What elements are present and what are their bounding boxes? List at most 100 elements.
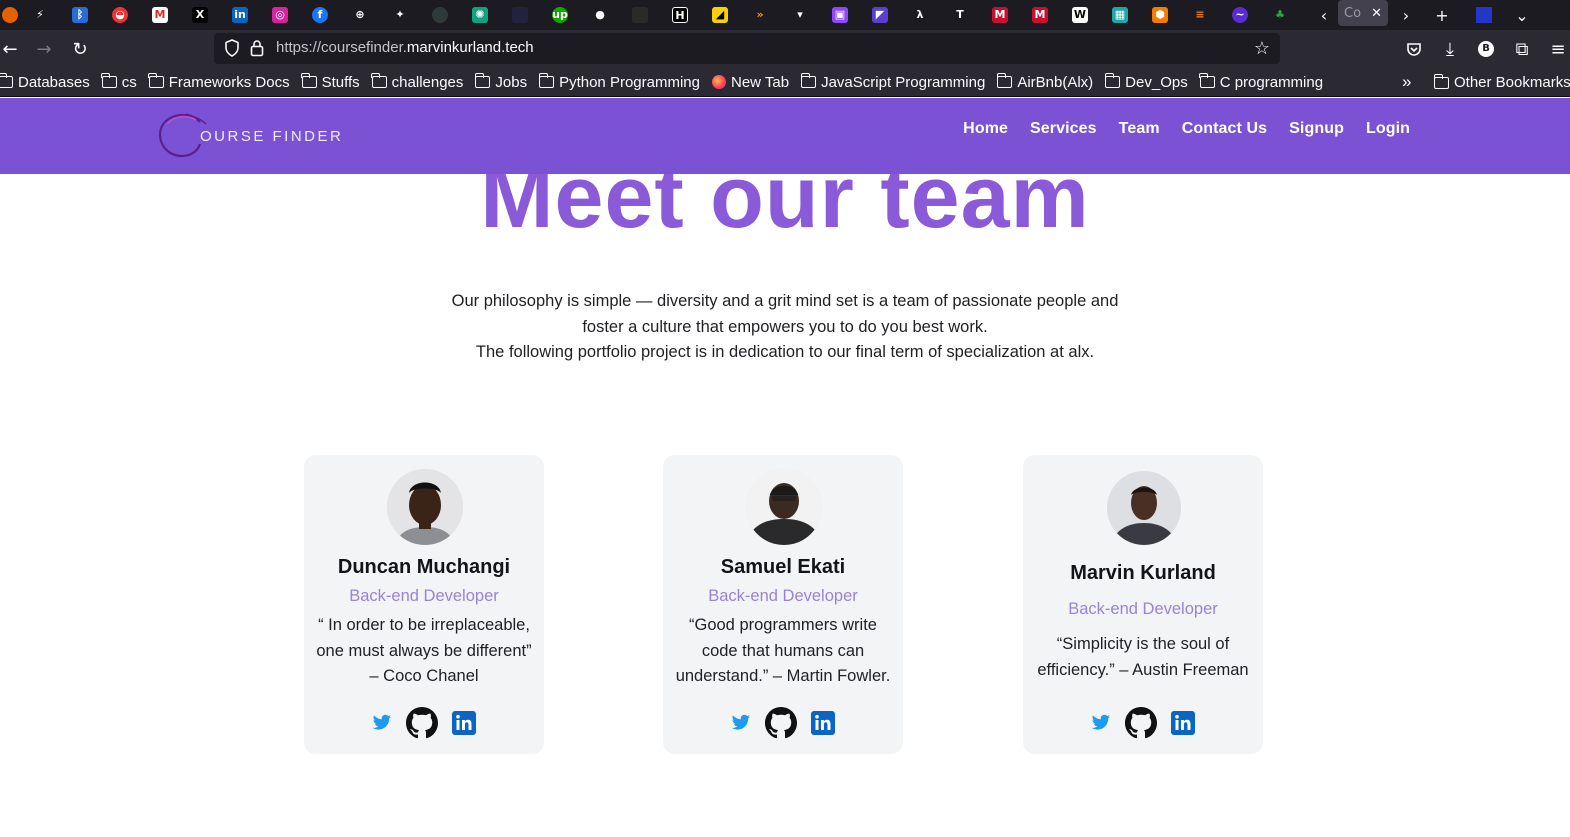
- menu-icon[interactable]: ≡: [1540, 30, 1570, 68]
- tab-stack-icon[interactable]: ≡: [1180, 0, 1220, 30]
- back-arrow-icon[interactable]: ←: [0, 30, 28, 68]
- tab-github-icon[interactable]: ●: [580, 0, 620, 30]
- folder-icon: [474, 73, 491, 88]
- tab-m2-icon[interactable]: M: [1020, 0, 1060, 30]
- nav-signup[interactable]: Signup: [1289, 120, 1344, 138]
- tab-instagram-icon[interactable]: ◎: [260, 0, 300, 30]
- tab-globe-icon[interactable]: ⊕: [340, 0, 380, 30]
- tab-code-icon[interactable]: »: [740, 0, 780, 30]
- twitter-icon[interactable]: [372, 714, 392, 732]
- reload-icon[interactable]: ↻: [62, 30, 98, 68]
- linkedin-icon[interactable]: [452, 711, 476, 735]
- tab-linkedin-icon[interactable]: in: [220, 0, 260, 30]
- nav-contact-us[interactable]: Contact Us: [1182, 120, 1267, 138]
- bookmark-item[interactable]: cs: [101, 73, 137, 91]
- bookmark-item[interactable]: challenges: [371, 73, 464, 91]
- url-text[interactable]: https://coursefinder.marvinkurland.tech: [276, 39, 534, 56]
- tab-app-icon[interactable]: ◒: [100, 0, 140, 30]
- bookmarks-toolbar: Databases cs Frameworks Docs Stuffs challeng…: [0, 68, 1570, 97]
- tab-facebook-icon[interactable]: f: [300, 0, 340, 30]
- close-tab-icon[interactable]: ✕: [1371, 6, 1382, 21]
- tab-star-icon[interactable]: ✦: [380, 0, 420, 30]
- site-logo[interactable]: OURSE FINDER: [156, 110, 343, 160]
- lock-icon[interactable]: [250, 39, 264, 57]
- new-tab-icon[interactable]: +: [1428, 0, 1456, 30]
- bookmark-item[interactable]: Stuffs: [301, 73, 360, 91]
- nav-team[interactable]: Team: [1119, 120, 1160, 138]
- tab-orange-icon[interactable]: ⬢: [1140, 0, 1180, 30]
- shield-icon[interactable]: [224, 39, 240, 57]
- quote-line: understand.” – Martin Fowler.: [675, 667, 891, 685]
- nav-login[interactable]: Login: [1366, 120, 1410, 138]
- github-icon[interactable]: [406, 707, 438, 739]
- github-icon[interactable]: [765, 707, 797, 739]
- bookmark-label: Databases: [18, 73, 90, 91]
- tab-scroll-right-icon[interactable]: ›: [1392, 0, 1420, 30]
- tab-hashnode-icon[interactable]: H: [660, 0, 700, 30]
- member-role: Back-end Developer: [708, 587, 858, 605]
- tab-purple-icon[interactable]: ◤: [860, 0, 900, 30]
- tab-firefox-icon[interactable]: [0, 0, 20, 30]
- nav-home[interactable]: Home: [963, 120, 1008, 138]
- tab-lambda-icon[interactable]: λ: [900, 0, 940, 30]
- tab-gmail-icon[interactable]: M: [140, 0, 180, 30]
- bookmark-item[interactable]: New Tab: [711, 73, 790, 91]
- url-bar[interactable]: https://coursefinder.marvinkurland.tech …: [214, 33, 1280, 64]
- account-icon[interactable]: B: [1468, 30, 1504, 68]
- tab-yellow-icon[interactable]: ◢: [700, 0, 740, 30]
- bookmark-label: challenges: [391, 73, 464, 91]
- tab-pin-icon[interactable]: ▾: [780, 0, 820, 30]
- tab-t-icon[interactable]: T: [940, 0, 980, 30]
- forward-arrow-icon[interactable]: →: [26, 30, 62, 68]
- tab-dark3-icon[interactable]: [620, 0, 660, 30]
- bookmark-item[interactable]: Jobs: [474, 73, 527, 91]
- folder-icon: [1199, 73, 1215, 88]
- list-tabs-chevron-icon[interactable]: ⌄: [1508, 0, 1536, 30]
- member-quote: “ In order to be irreplaceable, one must…: [304, 613, 544, 690]
- tab-wave-icon[interactable]: ~: [1220, 0, 1260, 30]
- tab-chatgpt-icon[interactable]: ✺: [460, 0, 500, 30]
- bookmark-item[interactable]: JavaScript Programming: [800, 73, 985, 91]
- twitter-icon[interactable]: [731, 714, 751, 732]
- bookmark-item[interactable]: Dev_Ops: [1104, 73, 1188, 91]
- bookmark-label: New Tab: [730, 73, 790, 91]
- tab-bluetooth-icon[interactable]: ᛒ: [60, 0, 100, 30]
- bookmark-item[interactable]: C programming: [1199, 73, 1323, 91]
- bookmark-item[interactable]: Python Programming: [538, 73, 700, 91]
- tab-dark-icon[interactable]: [420, 0, 460, 30]
- active-tab[interactable]: Co ✕: [1338, 0, 1388, 26]
- pocket-icon[interactable]: [1396, 30, 1432, 68]
- tab-container-icon[interactable]: [1470, 0, 1498, 30]
- social-links: [663, 707, 903, 739]
- bookmark-label: AirBnb(Alx): [1017, 73, 1094, 91]
- bookmark-item[interactable]: AirBnb(Alx): [996, 73, 1094, 91]
- bookmark-star-icon[interactable]: ☆: [1254, 38, 1270, 59]
- nav-services[interactable]: Services: [1030, 120, 1097, 138]
- tab-upwork-icon[interactable]: up: [540, 0, 580, 30]
- twitter-icon[interactable]: [1091, 714, 1111, 732]
- tab-w-icon[interactable]: W: [1060, 0, 1100, 30]
- tab-bolt-icon[interactable]: ⚡: [20, 0, 60, 30]
- bookmarks-overflow-icon[interactable]: »: [1402, 72, 1411, 92]
- linkedin-icon[interactable]: [1171, 711, 1195, 735]
- tab-twitch-icon[interactable]: ▣: [820, 0, 860, 30]
- tab-m-icon[interactable]: M: [980, 0, 1020, 30]
- linkedin-icon[interactable]: [811, 711, 835, 735]
- github-icon[interactable]: [1125, 707, 1157, 739]
- quote-line: “ In order to be irreplaceable,: [318, 616, 530, 634]
- tab-x-icon[interactable]: X: [180, 0, 220, 30]
- tab-tree-icon[interactable]: ♣: [1260, 0, 1300, 30]
- member-name: Samuel Ekati: [720, 556, 846, 578]
- extensions-icon[interactable]: ⧉: [1504, 30, 1540, 68]
- social-links: [304, 707, 544, 739]
- folder-icon: [148, 73, 164, 88]
- folder-icon: [1104, 73, 1121, 88]
- bookmark-item[interactable]: Databases: [0, 73, 90, 91]
- tab-dark2-icon[interactable]: [500, 0, 540, 30]
- bookmark-item[interactable]: Frameworks Docs: [148, 73, 290, 91]
- tab-scroll-left-icon[interactable]: ‹: [1310, 0, 1338, 30]
- tab-teal-icon[interactable]: ▦: [1100, 0, 1140, 30]
- other-bookmarks[interactable]: Other Bookmarks: [1433, 73, 1570, 91]
- folder-icon: [0, 73, 13, 88]
- downloads-icon[interactable]: ⤓: [1432, 30, 1468, 68]
